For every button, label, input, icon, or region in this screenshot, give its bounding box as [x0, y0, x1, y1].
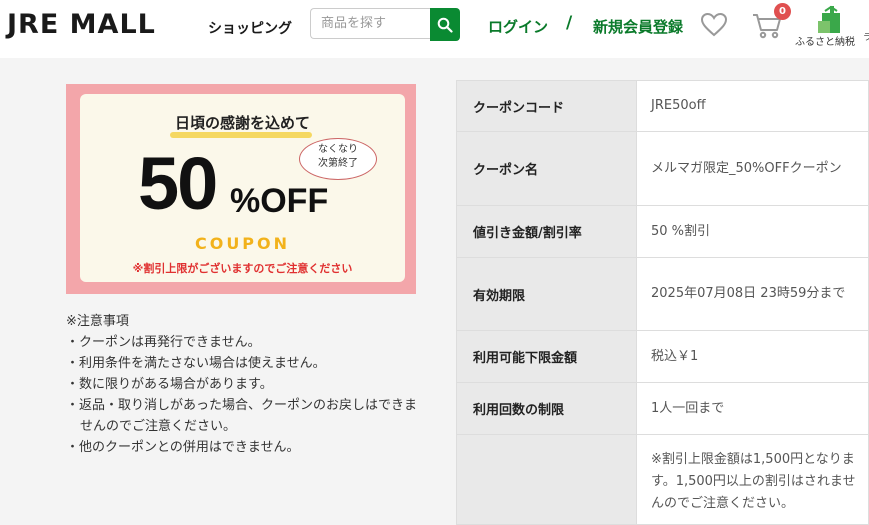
row-value: JRE50off [636, 80, 869, 132]
speech-bubble: なくなり 次第終了 [299, 138, 377, 180]
search-box [310, 8, 460, 41]
login-link[interactable]: ログイン [488, 16, 548, 37]
notes-item: ・他のクーポンとの併用はできません。 [66, 440, 300, 455]
cart-count-badge: 0 [774, 3, 791, 20]
logo-subtitle: ショッピング [208, 21, 292, 37]
search-icon [437, 17, 453, 33]
banner-percent: 50 [138, 142, 218, 225]
notes-item: ・利用条件を満たさない場合は使えません。 [66, 356, 326, 371]
row-key: 利用可能下限金額 [456, 330, 637, 383]
table-row: 利用回数の制限 1人一回まで [456, 382, 869, 435]
furusato-label[interactable]: ふるさと納税 [795, 33, 855, 48]
banner-headline: 日頃の感謝を込めて [174, 114, 310, 132]
banner-note: ※割引上限がございますのでご注意ください [132, 262, 353, 275]
site-logo[interactable]: JRE MALL [7, 9, 156, 41]
table-row: クーポン名 メルマガ限定_50%OFFクーポン [456, 131, 869, 206]
table-row: クーポンコード JRE50off [456, 80, 869, 132]
row-value: 2025年07月08日 23時59分まで [636, 257, 869, 331]
coupon-banner: 日頃の感謝を込めて 50 %OFF なくなり 次第終了 COUPON ※割引上限… [66, 84, 416, 294]
row-key: クーポンコード [456, 80, 637, 132]
search-input[interactable] [310, 8, 430, 39]
notes-item: ・クーポンは再発行できません。 [66, 335, 261, 350]
row-value: メルマガ限定_50%OFFクーポン [636, 131, 869, 206]
row-value: 50 %割引 [636, 205, 869, 258]
coupon-detail-table: クーポンコード JRE50off クーポン名 メルマガ限定_50%OFFクーポン… [456, 80, 869, 525]
row-key: 有効期限 [456, 257, 637, 331]
table-row: ※割引上限金額は1,500円となります。1,500円以上の割引はされませんのでご… [456, 434, 869, 525]
site-header: JRE MALL ショッピング ログイン / 新規会員登録 0 ふるさと納税 ラ [0, 0, 869, 58]
banner-coupon-label: COUPON [194, 234, 291, 253]
notes-item: ・数に限りがある場合があります。 [66, 377, 273, 392]
row-key: クーポン名 [456, 131, 637, 206]
row-key: 値引き金額/割引率 [456, 205, 637, 258]
table-row: 値引き金額/割引率 50 %割引 [456, 205, 869, 258]
notes-section: ※注意事項 ・クーポンは再発行できません。 ・利用条件を満たさない場合は使えませ… [66, 311, 426, 458]
row-key: 利用回数の制限 [456, 382, 637, 435]
row-value: 税込￥1 [636, 330, 869, 383]
notes-title: ※注意事項 [66, 314, 129, 329]
row-value: 1人一回まで [636, 382, 869, 435]
header-edge-text: ラ [863, 33, 869, 43]
row-value: ※割引上限金額は1,500円となります。1,500円以上の割引はされませんのでご… [636, 434, 869, 525]
notes-item: ・返品・取り消しがあった場合、クーポンのお戻しはできませんのでご注意ください。 [66, 398, 418, 434]
banner-off: %OFF [230, 182, 329, 220]
row-key [456, 434, 637, 525]
table-row: 利用可能下限金額 税込￥1 [456, 330, 869, 383]
nav-separator: / [566, 13, 573, 33]
register-link[interactable]: 新規会員登録 [593, 16, 683, 37]
coupon-card: 日頃の感謝を込めて 50 %OFF なくなり 次第終了 COUPON ※割引上限… [80, 94, 405, 282]
bubble-text: なくなり 次第終了 [318, 144, 358, 169]
heart-icon[interactable] [700, 12, 728, 38]
table-row: 有効期限 2025年07月08日 23時59分まで [456, 257, 869, 331]
search-button[interactable] [430, 8, 460, 41]
